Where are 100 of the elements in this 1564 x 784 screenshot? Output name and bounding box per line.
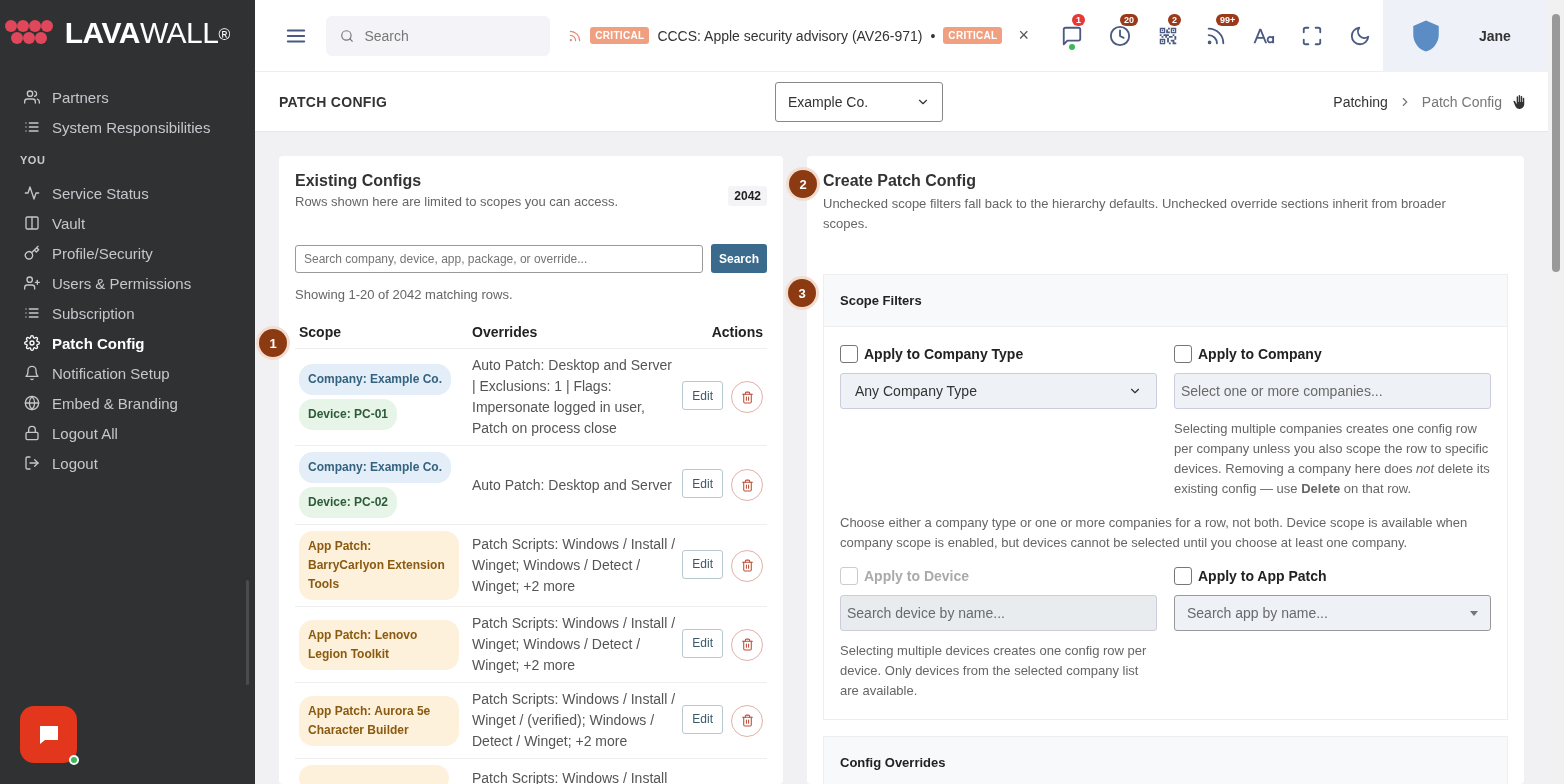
trash-icon [740, 638, 754, 651]
key-icon [24, 245, 42, 261]
chat-button[interactable] [20, 706, 77, 763]
table-cell-text: Patch Scripts: Windows / Install / Winget; Windows / Detect / Winget; +2 more [472, 614, 677, 675]
scope-tag: App Patch: Lenovo Legion Toolkit [299, 619, 459, 670]
vault-icon [24, 215, 42, 231]
scope-tag: App Patch: Aurora 5e Character Builder [299, 695, 459, 746]
column-header: Scope [299, 324, 342, 340]
sidebar-item[interactable]: Service Status [24, 178, 255, 208]
sidebar-item[interactable]: Profile/Security [24, 238, 255, 268]
sidebar-item[interactable]: Logout [24, 448, 255, 478]
app-select[interactable]: Search app by name... [1174, 595, 1491, 631]
sidebar-item[interactable]: Partners [24, 82, 255, 112]
news-headline[interactable]: CCCS: Apple security advisory (AV26-971) [657, 27, 923, 44]
globe-icon [24, 395, 42, 411]
help-text: Choose either a company type or one or more companies for a row, not both. Device scope is available when company scope is enabled, but devices cannot be selected until you choose at least one company. [840, 514, 1469, 552]
trash-icon [740, 559, 754, 572]
sidebar-item[interactable]: Vault [24, 208, 255, 238]
count-badge: 20 [1119, 13, 1138, 26]
severity-badge: CRITICAL [590, 27, 650, 44]
sidebar-item[interactable]: Subscription [24, 298, 255, 328]
section-header: Config Overrides [824, 737, 1507, 784]
people-icon [24, 89, 42, 105]
message-button[interactable]: 1 [1048, 15, 1095, 56]
message-icon [1060, 24, 1083, 47]
bell-icon [24, 365, 42, 381]
online-dot [1068, 43, 1075, 50]
breadcrumb-link[interactable]: Patch Config [1421, 93, 1502, 110]
delete-button[interactable] [731, 469, 763, 501]
caret-icon [1470, 610, 1478, 616]
help-text: Selecting multiple companies creates one config row per company unless you also scope the row to specific devices. Removing a company here does not delete its existing config — use Delete on that row. [1174, 420, 1491, 498]
card-subtitle: Unchecked scope filters fall back to the hierarchy defaults. Unchecked override sections inherit from broader scopes. [823, 195, 1447, 233]
step-marker: 3 [788, 279, 816, 307]
gear-icon [24, 335, 42, 351]
count-badge: 2 [1167, 13, 1181, 26]
table-cell-text: Auto Patch: Desktop and Server [472, 475, 673, 495]
section-header: Scope Filters [824, 275, 1507, 327]
scope-tag: App Patch: BarryCarlyon Extension Tools [299, 531, 459, 600]
table-cell-text: Patch Scripts: Windows / Install / Winget; Windows / Detect / Winget; +2 more [472, 535, 677, 596]
rss-button[interactable]: 99+ [1192, 15, 1239, 56]
edit-button[interactable]: Edit [682, 549, 723, 579]
help-text: Selecting multiple devices creates one config row per device. Only devices from the selected company list are available. [840, 642, 1148, 700]
company-select[interactable]: Example Co. [775, 81, 943, 122]
result-count: Showing 1-20 of 2042 matching rows. [295, 287, 514, 302]
trash-icon [740, 478, 754, 492]
count-badge: 2042 [728, 186, 767, 206]
scrollbar[interactable] [1552, 14, 1560, 272]
timer-button[interactable]: 20 [1096, 15, 1143, 56]
card-title: Existing Configs [295, 172, 423, 190]
sidebar-item[interactable]: Notification Setup [24, 358, 255, 388]
edit-button[interactable]: Edit [682, 628, 723, 658]
checkbox[interactable]: Apply to App Patch [1174, 567, 1491, 585]
sidebar-item[interactable]: Embed & Branding [24, 388, 255, 418]
qr-code-button[interactable]: 2 [1144, 15, 1191, 56]
sidebar-item[interactable]: Patch Config [24, 328, 255, 358]
delete-button[interactable] [731, 549, 763, 582]
search-field[interactable]: Search [326, 15, 551, 56]
table-cell-text: Auto Patch: Desktop and Server | Exclusions: 1 | Flags: Impersonate logged in user, Patch on process close [472, 356, 673, 438]
scope-tag: Device: PC-01 [299, 399, 398, 430]
pulse-icon [24, 185, 42, 201]
user-name[interactable]: Jane [1478, 27, 1511, 44]
count-badge: 99+ [1215, 13, 1240, 26]
page-title: PATCH CONFIG [279, 93, 389, 110]
delete-button[interactable] [731, 704, 763, 737]
edit-button[interactable]: Edit [682, 704, 723, 734]
card-subtitle: Rows shown here are limited to scopes you can access. [295, 193, 618, 211]
close-button[interactable]: × [1018, 25, 1029, 46]
count-badge: 1 [1071, 13, 1085, 26]
card-title: Create Patch Config [823, 172, 977, 190]
delete-button[interactable] [731, 381, 763, 413]
logo-wordmark: LAVAWALL® [64, 16, 231, 50]
delete-button[interactable] [731, 628, 763, 661]
table-cell-text: Patch Scripts: Windows / Install / Winget / (verified); Windows / Detect / Winget; +2 more [472, 690, 677, 751]
column-header: Overrides [472, 324, 539, 340]
add-user-icon [24, 275, 42, 291]
search-field[interactable]: Search company, device, app, package, or override... [295, 244, 703, 273]
breadcrumb-link[interactable]: Patching [1333, 93, 1388, 110]
trash-icon [740, 714, 754, 727]
edit-button[interactable]: Edit [682, 381, 723, 410]
sidebar-item[interactable]: System Responsibilities [24, 112, 255, 142]
sidebar-item[interactable]: Users & Permissions [24, 268, 255, 298]
edit-button[interactable]: Edit [682, 469, 723, 498]
sidebar-item[interactable]: Logout All [24, 418, 255, 448]
rss-icon [568, 28, 583, 43]
scope-tag: Device: PC-02 [299, 487, 398, 518]
step-marker: 1 [259, 329, 287, 357]
company-type-select[interactable]: Any Company Type [840, 373, 1157, 409]
search-button[interactable]: Search [710, 244, 767, 273]
online-dot [69, 755, 79, 765]
section-heading: YOU [20, 153, 47, 168]
separator: • [930, 27, 936, 44]
severity-badge: CRITICAL [943, 27, 1003, 44]
company-field[interactable]: Select one or more companies... [1174, 373, 1491, 409]
hand-icon [1512, 94, 1526, 109]
column-header: Actions [710, 324, 763, 340]
lock-icon [24, 425, 42, 441]
scope-tag: Company: Example Co. [299, 452, 452, 483]
checkbox[interactable]: Apply to Company [1174, 345, 1491, 363]
scope-tag: Company: Example Co. [299, 364, 452, 395]
checkbox[interactable]: Apply to Company Type [840, 345, 1157, 363]
